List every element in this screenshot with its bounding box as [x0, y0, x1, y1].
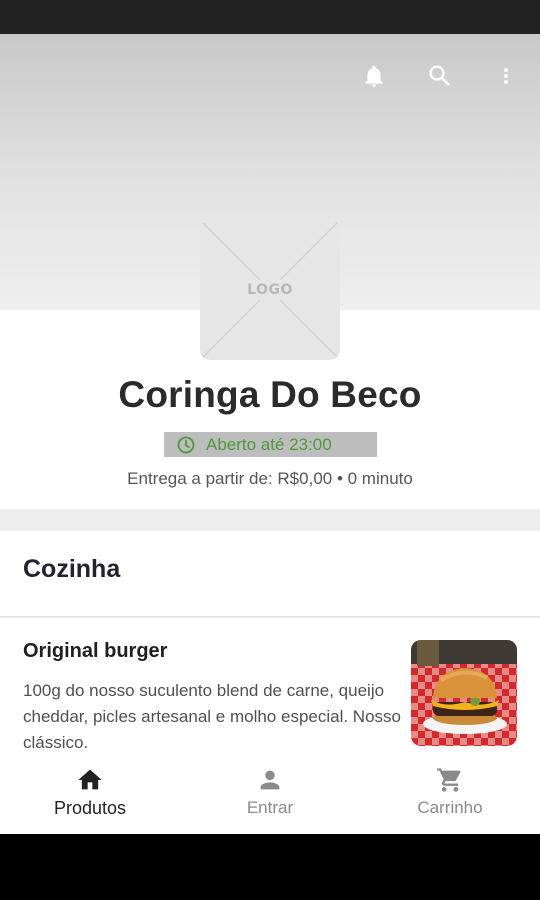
- category-header: Cozinha: [0, 531, 540, 617]
- bell-icon: [365, 65, 383, 87]
- bottom-navigation: Produtos Entrar Carrinho: [0, 756, 540, 834]
- store-name: Coringa Do Beco: [118, 374, 422, 415]
- notifications-button[interactable]: [354, 56, 394, 96]
- open-status-text: Aberto até 23:00: [206, 434, 332, 454]
- product-description: 100g do nosso suculento blend de carne, …: [23, 681, 401, 752]
- nav-carrinho[interactable]: Carrinho: [360, 756, 540, 834]
- more-options-button[interactable]: [486, 56, 526, 96]
- cart-icon: [437, 768, 461, 792]
- clock-icon: [177, 436, 195, 453]
- search-icon: [429, 65, 450, 86]
- nav-entrar-label: Entrar: [246, 798, 294, 817]
- home-icon: [78, 769, 102, 790]
- nav-produtos[interactable]: Produtos: [0, 756, 180, 834]
- product-name: Original burger: [23, 640, 168, 662]
- burger-image: [411, 640, 517, 746]
- nav-entrar[interactable]: Entrar: [180, 756, 360, 834]
- product-item[interactable]: Original burger 100g do nosso suculento …: [0, 618, 540, 768]
- search-button[interactable]: [420, 56, 460, 96]
- nav-carrinho-label: Carrinho: [417, 798, 483, 817]
- category-title: Cozinha: [23, 555, 121, 583]
- store-logo: LOGO: [200, 220, 340, 360]
- logo-text: LOGO: [247, 282, 293, 298]
- store-screen: LOGO Coringa Do Beco Aberto até 23:00 En…: [0, 34, 540, 834]
- more-vertical-icon: [504, 68, 508, 84]
- nav-produtos-label: Produtos: [53, 798, 127, 818]
- delivery-info: Entrega a partir de: R$0,00 • 0 minuto: [127, 469, 413, 488]
- product-image: [411, 640, 517, 746]
- person-icon: [260, 770, 280, 790]
- open-status-badge: Aberto até 23:00: [164, 432, 377, 457]
- status-bar: [0, 0, 540, 34]
- top-actions: [354, 56, 526, 96]
